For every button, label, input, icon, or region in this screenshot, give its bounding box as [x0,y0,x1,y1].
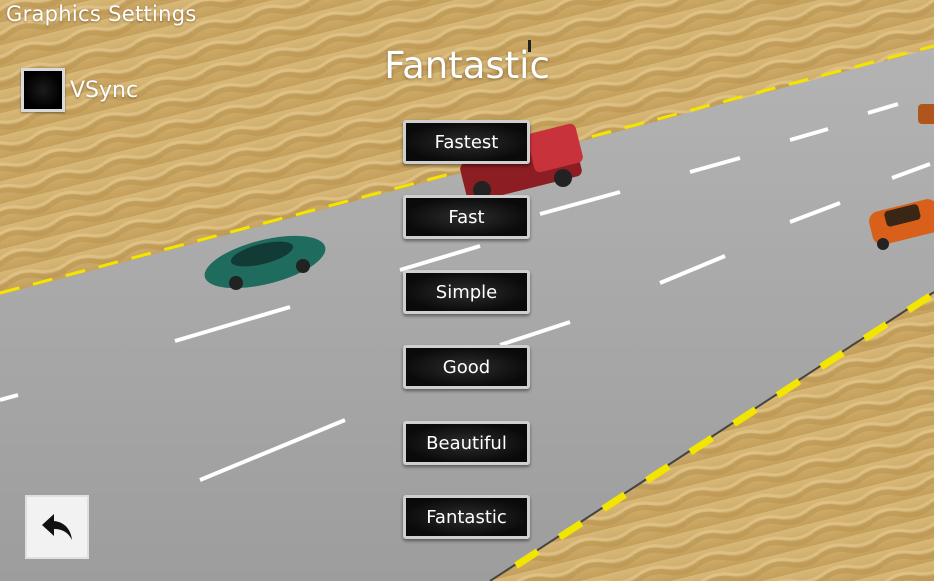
vsync-checkbox[interactable] [21,68,65,112]
quality-button-beautiful[interactable]: Beautiful [403,421,530,465]
quality-button-fantastic[interactable]: Fantastic [403,495,530,539]
back-arrow-icon [42,514,72,540]
current-quality-label: Fantastic [384,44,550,87]
screen-title: Graphics Settings [6,2,197,26]
distant-car [918,104,934,124]
vsync-label: VSync [70,77,139,103]
quality-button-good[interactable]: Good [403,345,530,389]
vsync-toggle[interactable]: VSync [21,68,138,112]
quality-button-simple[interactable]: Simple [403,270,530,314]
back-button[interactable] [25,495,89,559]
quality-button-fastest[interactable]: Fastest [403,120,530,164]
quality-button-fast[interactable]: Fast [403,195,530,239]
